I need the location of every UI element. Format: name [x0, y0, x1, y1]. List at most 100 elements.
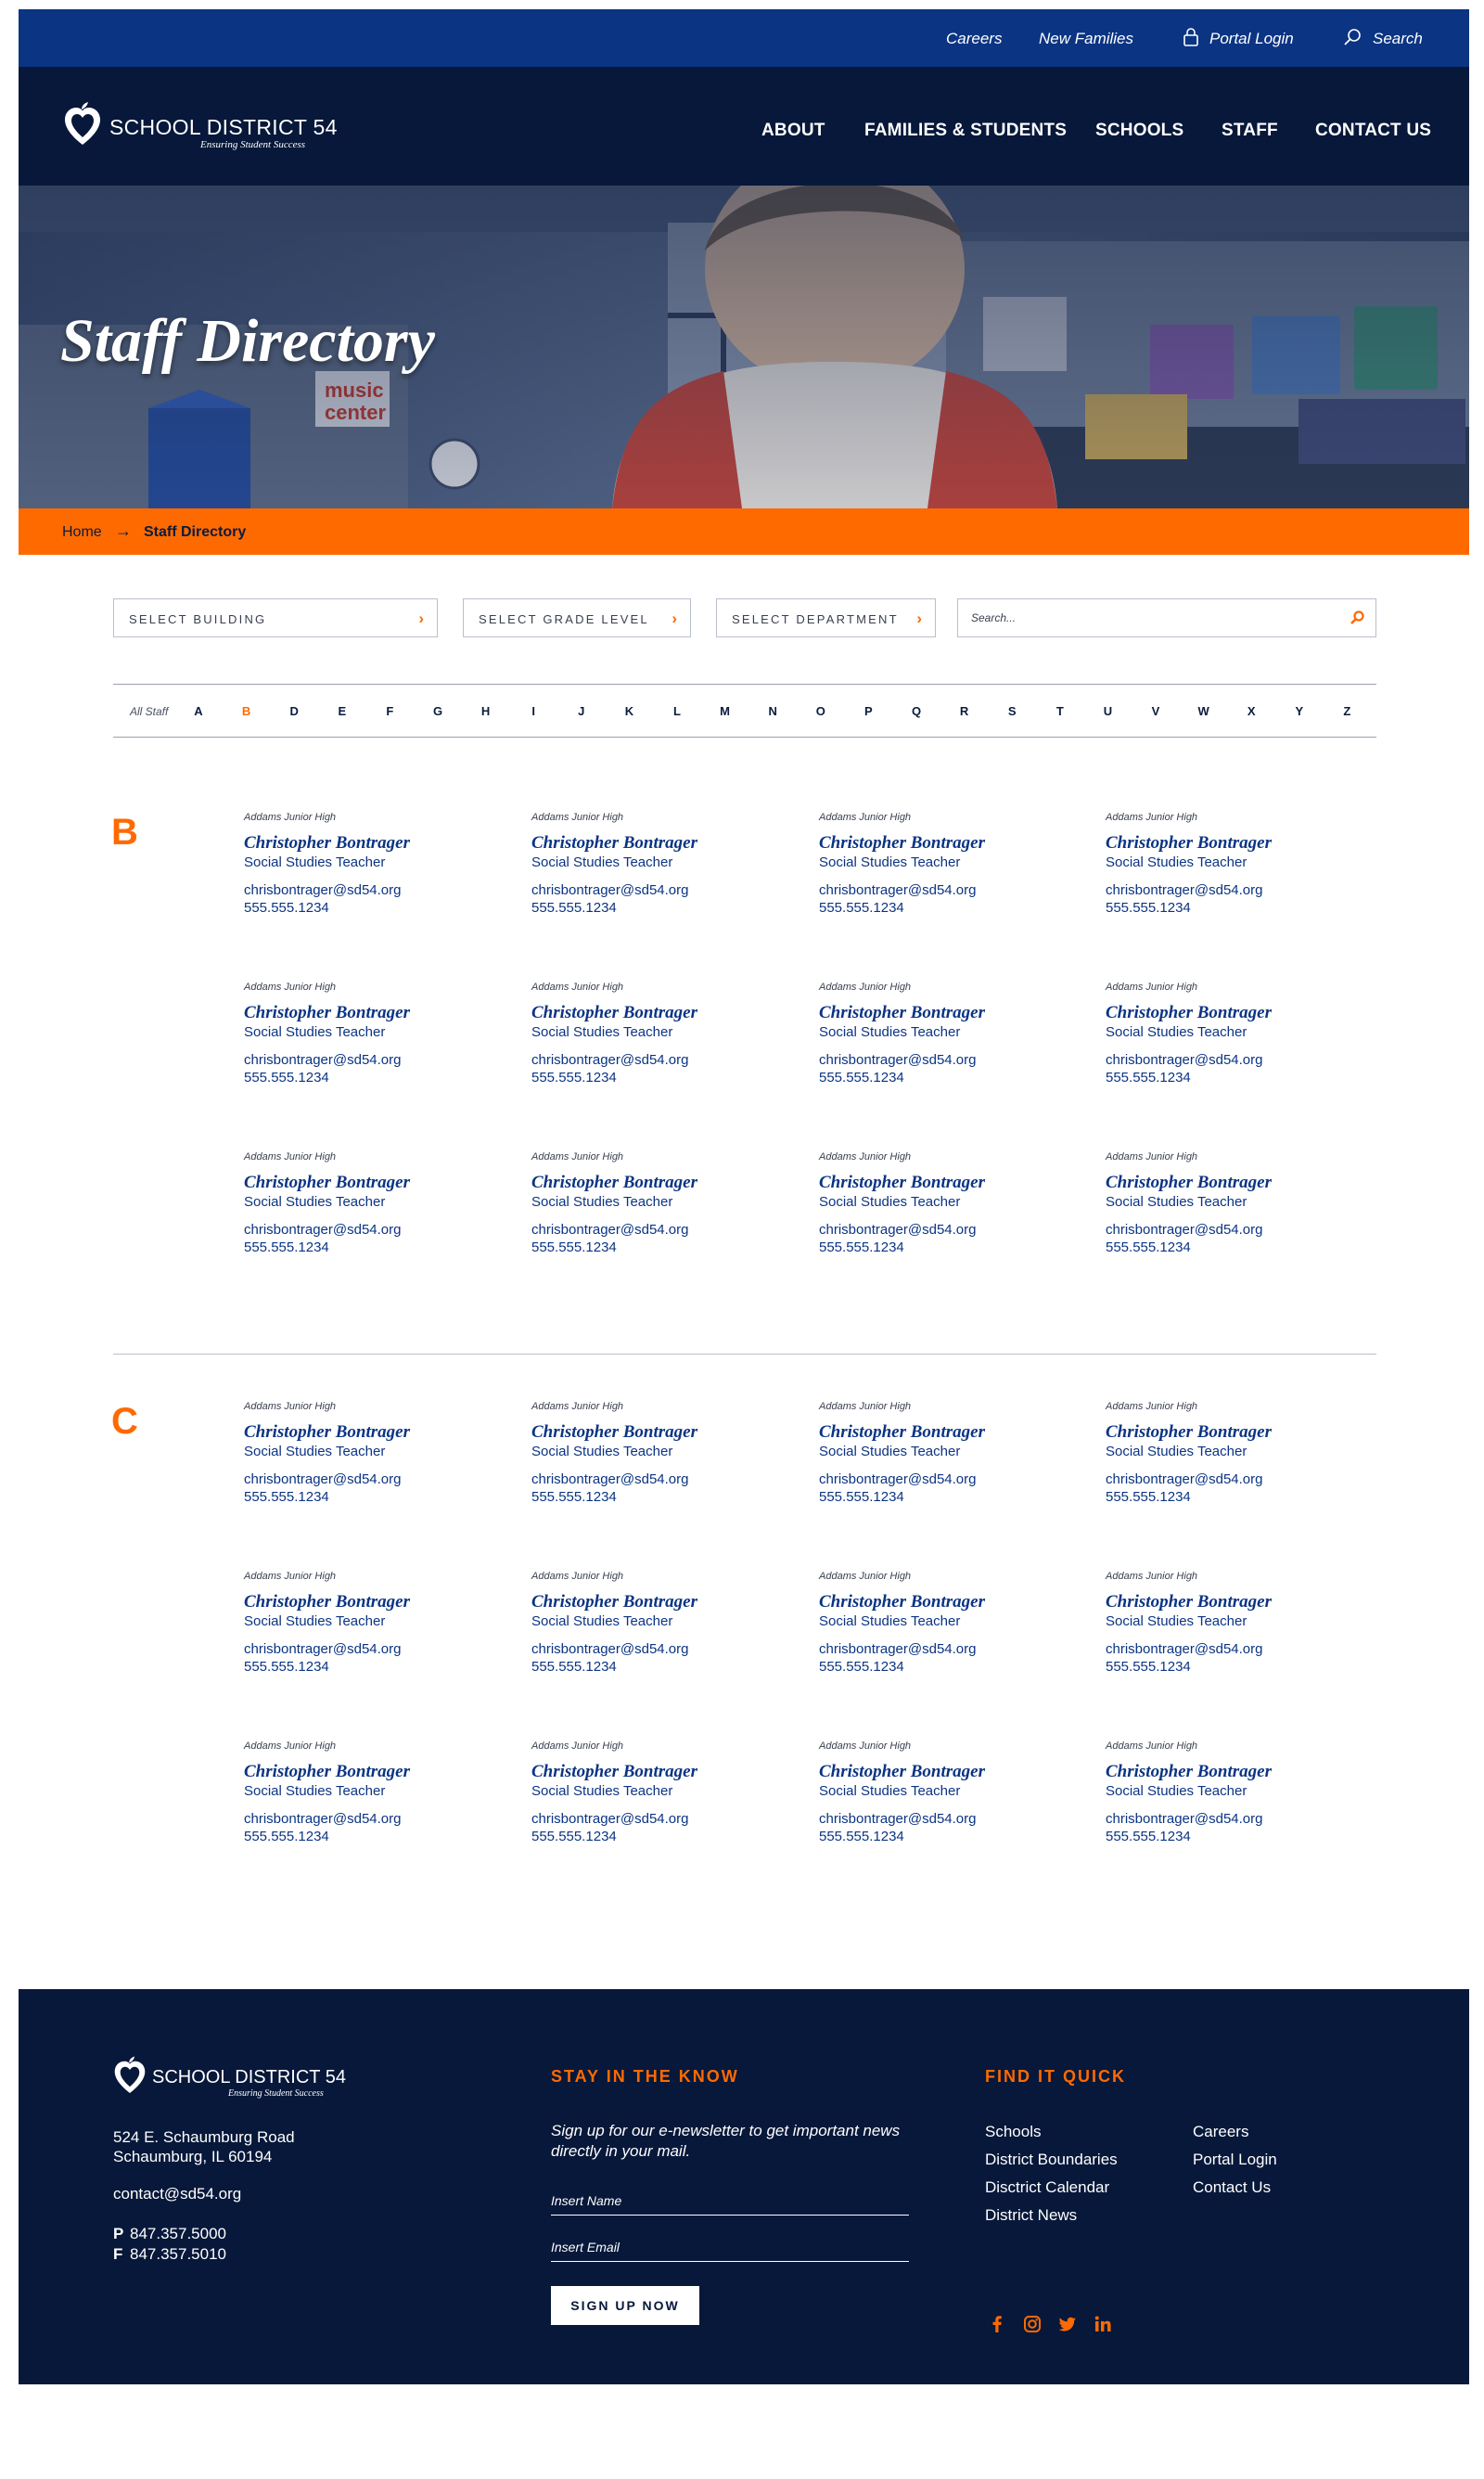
- alphabet-all-staff[interactable]: All Staff: [130, 705, 168, 718]
- staff-email-link[interactable]: chrisbontrager@sd54.org: [1106, 882, 1262, 898]
- search-icon[interactable]: [1343, 27, 1362, 47]
- alphabet-letter-b[interactable]: B: [237, 704, 256, 718]
- quick-link-careers[interactable]: Careers: [1193, 2123, 1248, 2141]
- nav-staff[interactable]: STAFF: [1222, 121, 1278, 141]
- staff-email-link[interactable]: chrisbontrager@sd54.org: [531, 1052, 688, 1068]
- directory-search-input[interactable]: [971, 609, 1324, 627]
- quick-link-district-calendar[interactable]: Disctrict Calendar: [985, 2178, 1109, 2197]
- staff-role: Social Studies Teacher: [244, 1024, 386, 1040]
- staff-phone: 555.555.1234: [244, 1659, 329, 1675]
- alphabet-letter-i[interactable]: I: [524, 704, 543, 718]
- alphabet-letter-p[interactable]: P: [859, 704, 877, 718]
- alphabet-letter-v[interactable]: V: [1146, 704, 1165, 718]
- newsletter-name-input[interactable]: [551, 2188, 909, 2214]
- quick-link-portal-login[interactable]: Portal Login: [1193, 2151, 1277, 2169]
- staff-card: Addams Junior High Christopher Bontrager S…: [531, 1571, 800, 1691]
- staff-email-link[interactable]: chrisbontrager@sd54.org: [1106, 1052, 1262, 1068]
- alphabet-letter-a[interactable]: A: [189, 704, 208, 718]
- twitter-icon[interactable]: [1057, 2314, 1078, 2334]
- alphabet-letter-f[interactable]: F: [380, 704, 399, 718]
- nav-schools[interactable]: SCHOOLS: [1095, 121, 1183, 141]
- linkedin-icon[interactable]: [1093, 2314, 1113, 2334]
- staff-phone: 555.555.1234: [1106, 1829, 1191, 1844]
- alphabet-letter-r[interactable]: R: [955, 704, 974, 718]
- staff-email-link[interactable]: chrisbontrager@sd54.org: [531, 1222, 688, 1238]
- staff-email-link[interactable]: chrisbontrager@sd54.org: [1106, 1471, 1262, 1487]
- alphabet-letter-m[interactable]: M: [716, 704, 735, 718]
- staff-email-link[interactable]: chrisbontrager@sd54.org: [531, 1811, 688, 1827]
- staff-card: Addams Junior High Christopher Bontrager S…: [531, 812, 800, 932]
- footer-email-link[interactable]: contact@sd54.org: [113, 2185, 241, 2203]
- staff-name: Christopher Bontrager: [531, 1592, 697, 1612]
- utility-link-search[interactable]: Search: [1373, 30, 1423, 48]
- quick-link-district-news[interactable]: District News: [985, 2206, 1077, 2225]
- staff-email-link[interactable]: chrisbontrager@sd54.org: [819, 1222, 976, 1238]
- staff-email-link[interactable]: chrisbontrager@sd54.org: [531, 1641, 688, 1657]
- alphabet-letter-j[interactable]: J: [572, 704, 591, 718]
- staff-email-link[interactable]: chrisbontrager@sd54.org: [244, 1811, 401, 1827]
- alphabet-letter-n[interactable]: N: [763, 704, 782, 718]
- alphabet-letter-o[interactable]: O: [812, 704, 830, 718]
- alphabet-letter-g[interactable]: G: [429, 704, 447, 718]
- utility-link-portal-login[interactable]: Portal Login: [1209, 30, 1294, 48]
- staff-email-link[interactable]: chrisbontrager@sd54.org: [244, 1471, 401, 1487]
- alphabet-letter-t[interactable]: T: [1051, 704, 1069, 718]
- footer-logo[interactable]: SCHOOL DISTRICT 54 Ensuring Student Succ…: [113, 2056, 391, 2100]
- facebook-icon[interactable]: [987, 2314, 1007, 2334]
- staff-email-link[interactable]: chrisbontrager@sd54.org: [531, 882, 688, 898]
- staff-email-link[interactable]: chrisbontrager@sd54.org: [244, 1641, 401, 1657]
- staff-email-link[interactable]: chrisbontrager@sd54.org: [819, 882, 976, 898]
- utility-link-careers[interactable]: Careers: [946, 30, 1002, 48]
- select-grade-level[interactable]: SELECT GRADE LEVEL ›: [463, 598, 691, 637]
- alphabet-letter-u[interactable]: U: [1098, 704, 1117, 718]
- alphabet-letter-w[interactable]: W: [1195, 704, 1213, 718]
- district-logo[interactable]: SCHOOL DISTRICT 54 Ensuring Student Succ…: [63, 102, 360, 154]
- staff-card: Addams Junior High Christopher Bontrager S…: [244, 982, 513, 1102]
- breadcrumb-home[interactable]: Home: [62, 524, 102, 541]
- staff-email-link[interactable]: chrisbontrager@sd54.org: [1106, 1811, 1262, 1827]
- staff-email-link[interactable]: chrisbontrager@sd54.org: [819, 1471, 976, 1487]
- alphabet-letter-y[interactable]: Y: [1290, 704, 1309, 718]
- breadcrumb: Home → Staff Directory: [19, 508, 1469, 555]
- staff-building: Addams Junior High: [531, 812, 624, 823]
- staff-card: Addams Junior High Christopher Bontrager S…: [244, 1740, 513, 1861]
- staff-email-link[interactable]: chrisbontrager@sd54.org: [531, 1471, 688, 1487]
- quick-link-schools[interactable]: Schools: [985, 2123, 1041, 2141]
- utility-link-new-families[interactable]: New Families: [1039, 30, 1133, 48]
- alphabet-letter-l[interactable]: L: [668, 704, 686, 718]
- select-building[interactable]: SELECT BUILDING ›: [113, 598, 438, 637]
- staff-phone: 555.555.1234: [244, 1240, 329, 1255]
- staff-email-link[interactable]: chrisbontrager@sd54.org: [244, 1052, 401, 1068]
- staff-card: Addams Junior High Christopher Bontrager S…: [244, 1401, 513, 1522]
- staff-phone: 555.555.1234: [244, 1829, 329, 1844]
- staff-email-link[interactable]: chrisbontrager@sd54.org: [819, 1641, 976, 1657]
- alphabet-letter-x[interactable]: X: [1242, 704, 1260, 718]
- alphabet-letter-k[interactable]: K: [620, 704, 638, 718]
- search-icon[interactable]: [1350, 610, 1364, 625]
- staff-email-link[interactable]: chrisbontrager@sd54.org: [1106, 1641, 1262, 1657]
- select-department[interactable]: SELECT DEPARTMENT ›: [716, 598, 936, 637]
- alphabet-letter-q[interactable]: Q: [907, 704, 926, 718]
- staff-email-link[interactable]: chrisbontrager@sd54.org: [819, 1811, 976, 1827]
- alphabet-letter-s[interactable]: S: [1003, 704, 1021, 718]
- breadcrumb-arrow-icon: →: [115, 521, 132, 540]
- staff-role: Social Studies Teacher: [819, 854, 961, 870]
- staff-email-link[interactable]: chrisbontrager@sd54.org: [819, 1052, 976, 1068]
- staff-role: Social Studies Teacher: [1106, 1194, 1247, 1210]
- alphabet-letter-z[interactable]: Z: [1337, 704, 1356, 718]
- staff-email-link[interactable]: chrisbontrager@sd54.org: [1106, 1222, 1262, 1238]
- newsletter-email-input[interactable]: [551, 2234, 909, 2260]
- alphabet-letter-e[interactable]: E: [333, 704, 352, 718]
- quick-link-district-boundaries[interactable]: District Boundaries: [985, 2151, 1118, 2169]
- staff-email-link[interactable]: chrisbontrager@sd54.org: [244, 882, 401, 898]
- staff-email-link[interactable]: chrisbontrager@sd54.org: [244, 1222, 401, 1238]
- alphabet-letter-h[interactable]: H: [477, 704, 495, 718]
- alphabet-letter-d[interactable]: D: [285, 704, 303, 718]
- instagram-icon[interactable]: [1022, 2314, 1043, 2334]
- quick-link-contact-us[interactable]: Contact Us: [1193, 2178, 1271, 2197]
- nav-contact-us[interactable]: CONTACT US: [1315, 121, 1431, 141]
- nav-families-students[interactable]: FAMILIES & STUDENTS: [864, 121, 1067, 141]
- staff-building: Addams Junior High: [531, 982, 624, 993]
- sign-up-button[interactable]: SIGN UP NOW: [551, 2286, 699, 2325]
- nav-about[interactable]: ABOUT: [761, 121, 825, 141]
